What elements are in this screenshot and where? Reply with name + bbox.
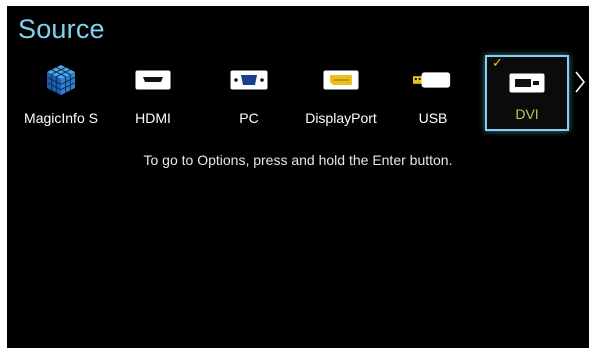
chevron-right-icon[interactable] [573,68,587,96]
displayport-icon [321,62,361,98]
hdmi-port-icon [133,62,173,98]
source-label: MagicInfo S [24,110,98,126]
hint-text: To go to Options, press and hold the Ent… [143,152,453,168]
source-item-pc[interactable]: PC [229,60,269,126]
source-label: DVI [515,106,539,122]
source-item-usb[interactable]: USB [413,60,453,126]
check-icon: ✓ [492,55,503,70]
pc-vga-port-icon [229,62,269,98]
dvi-port-icon [507,65,547,101]
page-title: Source [18,14,105,44]
source-label: USB [418,110,448,126]
source-item-dvi[interactable]: ✓ DVI [485,55,569,131]
magicinfo-cube-icon [41,62,81,98]
source-item-magicinfo-s[interactable]: MagicInfo S [24,60,98,126]
source-list: MagicInfo S HDMI PC DisplayPort USB ✓ DV… [7,52,589,132]
source-label: PC [239,110,259,126]
source-label: HDMI [135,110,171,126]
usb-drive-icon [413,62,453,98]
source-item-hdmi[interactable]: HDMI [133,60,173,126]
source-screen: Source MagicInfo S HDMI PC DisplayPort U… [7,6,589,348]
source-label: DisplayPort [305,110,377,126]
source-item-displayport[interactable]: DisplayPort [305,60,377,126]
